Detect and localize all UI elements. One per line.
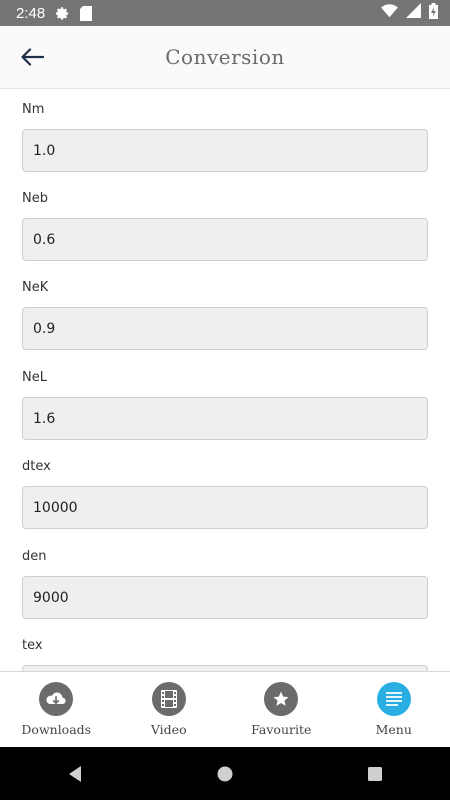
field-tex: tex	[22, 637, 428, 671]
nav-label: Video	[150, 722, 187, 737]
back-triangle-icon[interactable]	[55, 754, 95, 794]
dtex-input[interactable]	[22, 486, 428, 529]
nav-downloads[interactable]: Downloads	[0, 672, 113, 748]
field-den: den	[22, 548, 428, 619]
field-label: dtex	[22, 459, 51, 474]
system-navigation-bar	[0, 747, 450, 800]
field-label: Nm	[22, 102, 45, 117]
den-input[interactable]	[22, 576, 428, 619]
field-nm: Nm	[22, 101, 428, 172]
nav-favourite[interactable]: Favourite	[225, 672, 338, 748]
conversion-form[interactable]: Nm Neb NeK NeL dtex den tex	[0, 89, 450, 671]
nav-label: Menu	[375, 722, 412, 737]
field-nel: NeL	[22, 369, 428, 440]
arrow-left-icon	[21, 48, 44, 66]
field-label: tex	[22, 638, 43, 653]
nav-menu[interactable]: Menu	[338, 672, 450, 748]
field-label: NeL	[22, 370, 47, 385]
signal-icon	[406, 3, 421, 23]
status-time: 2:48	[16, 4, 46, 22]
field-nek: NeK	[22, 279, 428, 350]
nel-input[interactable]	[22, 397, 428, 440]
nm-input[interactable]	[22, 129, 428, 172]
page-title: Conversion	[165, 45, 285, 69]
field-dtex: dtex	[22, 458, 428, 529]
film-icon	[151, 682, 186, 716]
settings-gear-icon	[55, 6, 70, 21]
bottom-navigation: Downloads Video Favourite Menu	[0, 671, 450, 748]
field-label: Neb	[22, 191, 48, 206]
back-button[interactable]	[14, 40, 50, 74]
home-circle-icon[interactable]	[205, 754, 245, 794]
nav-video[interactable]: Video	[113, 672, 226, 748]
app-header: Conversion	[0, 26, 450, 89]
star-icon	[264, 682, 299, 716]
menu-lines-icon	[376, 682, 411, 716]
sd-card-icon	[80, 5, 93, 21]
neb-input[interactable]	[22, 218, 428, 261]
nav-label: Favourite	[251, 722, 312, 737]
field-neb: Neb	[22, 190, 428, 261]
recents-square-icon[interactable]	[355, 754, 395, 794]
field-label: den	[22, 549, 47, 564]
cloud-download-icon	[39, 682, 74, 716]
nek-input[interactable]	[22, 307, 428, 350]
status-bar: 2:48	[0, 0, 450, 26]
battery-charging-icon	[429, 2, 438, 24]
nav-label: Downloads	[21, 722, 92, 737]
field-label: NeK	[22, 280, 49, 295]
wifi-icon	[381, 3, 398, 23]
